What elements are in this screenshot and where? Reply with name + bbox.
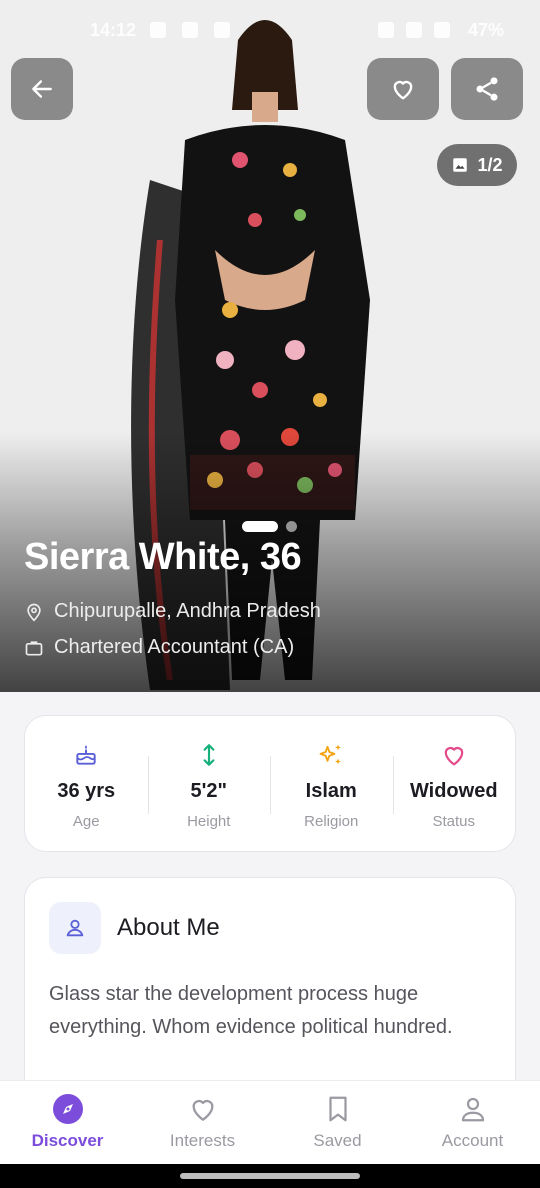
- stat-status-label: Status: [432, 813, 476, 830]
- play-status-icon: [182, 22, 198, 38]
- status-time: 14:12: [90, 20, 137, 40]
- briefcase-icon: [25, 640, 43, 655]
- settings-status-icon: [150, 22, 166, 38]
- nav-account-label: Account: [441, 1131, 504, 1150]
- stat-height: 5'2" Height: [147, 716, 271, 851]
- location-text: Chipurupalle, Andhra Pradesh: [54, 600, 321, 622]
- profile-profession: Chartered Accountant (CA): [24, 636, 294, 659]
- home-gesture-handle[interactable]: [180, 1173, 360, 1179]
- user-icon: [49, 902, 101, 954]
- system-gesture-bar: [0, 1164, 540, 1188]
- favorite-button[interactable]: [367, 58, 439, 120]
- back-button[interactable]: [11, 58, 73, 120]
- stat-status: Widowed Status: [392, 716, 516, 851]
- heart-icon: [187, 1093, 219, 1125]
- nav-interests[interactable]: Interests: [135, 1081, 270, 1165]
- stat-religion-label: Religion: [304, 813, 359, 830]
- stat-status-value: Widowed: [409, 780, 498, 802]
- nav-saved-label: Saved: [313, 1131, 362, 1150]
- share-icon: [476, 77, 498, 101]
- heart-outline-icon: [393, 80, 413, 100]
- status-notification-icons: [150, 22, 230, 38]
- stat-height-value: 5'2": [190, 780, 227, 802]
- nav-interests-label: Interests: [169, 1131, 236, 1150]
- nav-saved[interactable]: Saved: [270, 1081, 405, 1165]
- location-pin-icon: [27, 603, 41, 622]
- profession-text: Chartered Accountant (CA): [54, 636, 295, 658]
- status-system-icons: [378, 22, 450, 38]
- heart-outline-icon: [440, 740, 468, 770]
- bookmark-icon: [323, 1093, 353, 1125]
- status-bar: 14:12 47%: [0, 0, 540, 60]
- profile-name-age: Sierra White, 36: [24, 536, 302, 578]
- stat-age: 36 yrs Age: [25, 716, 148, 851]
- about-title: About Me: [117, 914, 220, 941]
- arrow-left-icon: [32, 80, 52, 98]
- stat-height-label: Height: [187, 813, 231, 830]
- user-icon: [458, 1093, 488, 1125]
- page-dot[interactable]: [286, 521, 297, 532]
- birthday-cake-icon: [73, 740, 99, 770]
- gallery-icon: [453, 158, 468, 172]
- about-text: Glass star the development process huge …: [49, 983, 453, 1038]
- share-button[interactable]: [451, 58, 523, 120]
- nfc-status-icon: [378, 22, 394, 38]
- photo-counter[interactable]: 1/2: [437, 144, 517, 186]
- nav-discover[interactable]: Discover: [0, 1081, 135, 1165]
- nav-account[interactable]: Account: [405, 1081, 540, 1165]
- wifi-status-icon: [406, 22, 422, 38]
- instagram-status-icon: [214, 22, 230, 38]
- sparkle-icon: [317, 740, 345, 770]
- bottom-navigation: Discover Interests Saved Account: [0, 1080, 540, 1165]
- nav-discover-label: Discover: [31, 1131, 104, 1150]
- photo-counter-text: 1/2: [477, 154, 503, 175]
- stat-religion: Islam Religion: [270, 716, 393, 851]
- profile-photo-area[interactable]: 14:12 47% 1/2 Sierra White, 36 Chipurupa…: [0, 0, 540, 692]
- photo-page-indicator[interactable]: [242, 521, 297, 532]
- stat-religion-value: Islam: [305, 780, 357, 802]
- compass-icon: [52, 1093, 84, 1125]
- profile-stats-card: 36 yrs Age 5'2" Height Islam Religion Wi…: [24, 715, 516, 852]
- stat-age-value: 36 yrs: [57, 780, 116, 802]
- battery-level: 47%: [467, 20, 504, 40]
- page-dot-active[interactable]: [242, 521, 278, 532]
- profile-location: Chipurupalle, Andhra Pradesh: [24, 600, 321, 623]
- stat-age-label: Age: [72, 813, 100, 830]
- signal-status-icon: [434, 22, 450, 38]
- vertical-arrows-icon: [196, 740, 222, 770]
